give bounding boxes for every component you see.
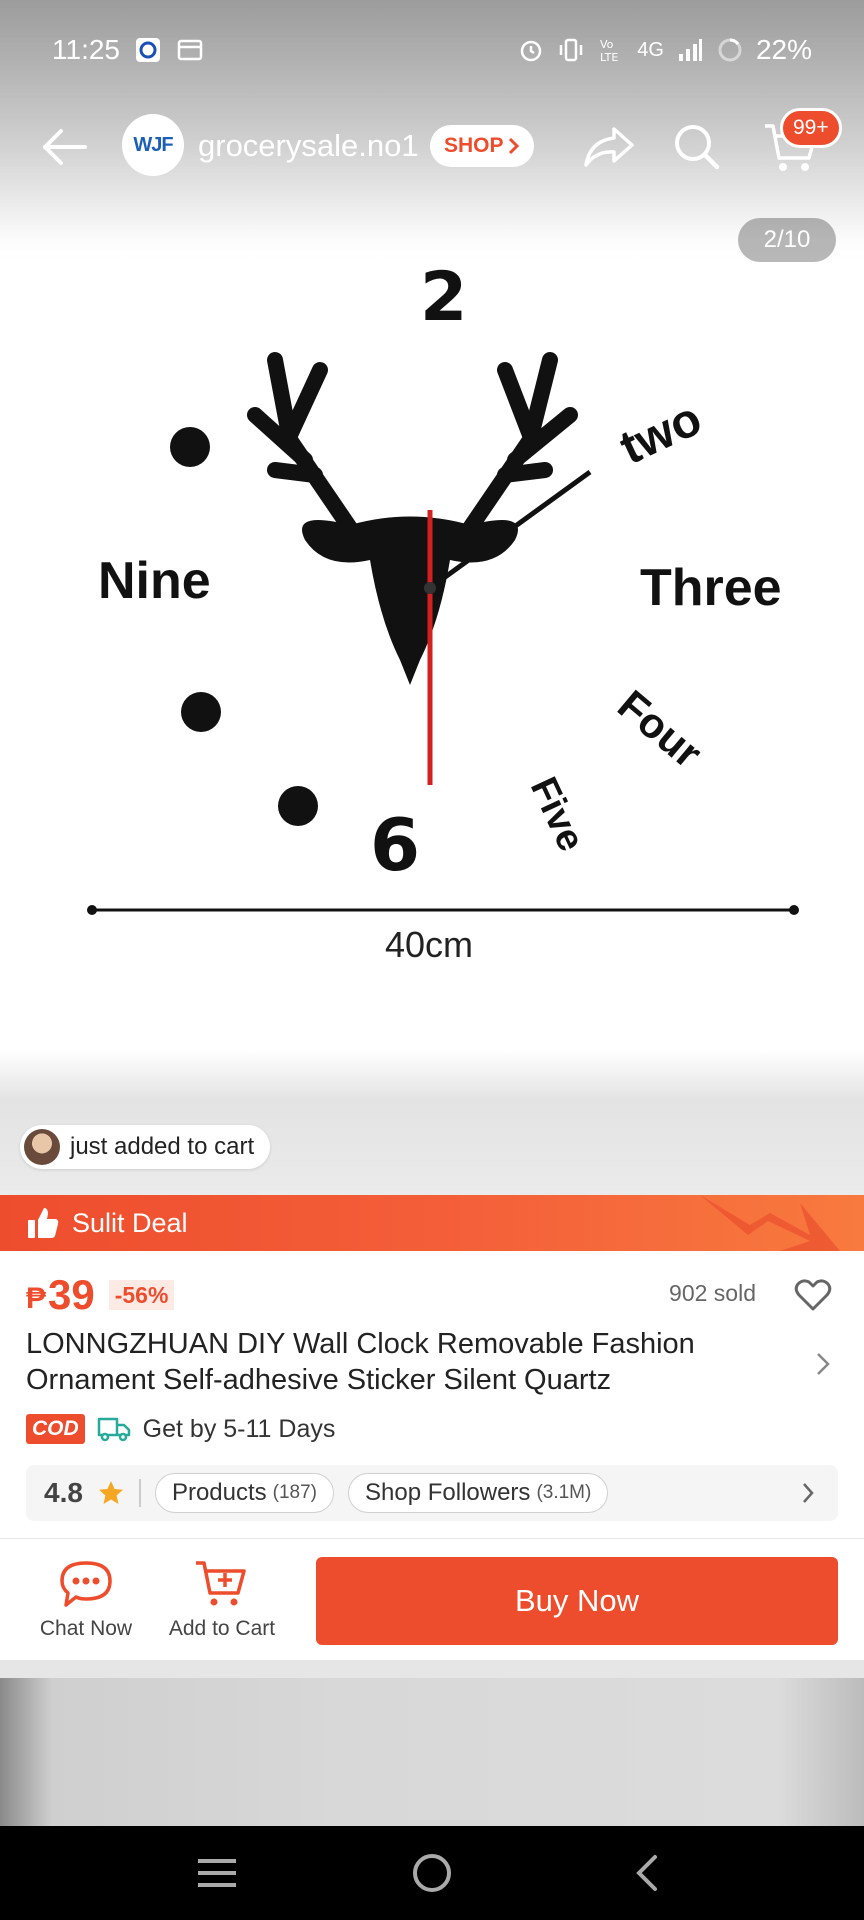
title-chevron	[808, 1346, 838, 1382]
signal-icon	[676, 36, 704, 64]
clock-label-6: 6	[370, 803, 420, 887]
price-row: ₱ 39 -56% 902 sold	[26, 1270, 838, 1320]
home-button[interactable]	[397, 1838, 467, 1908]
shop-button[interactable]: SHOP	[430, 125, 534, 167]
status-left: 11:25	[52, 34, 204, 66]
clock-label-4: Four	[609, 681, 711, 777]
clock-label-1: two	[612, 392, 709, 475]
dimension-end-left	[87, 905, 97, 915]
product-image: 2 two Three Four Five 6 Nine 40cm	[87, 258, 799, 965]
back-arrow-icon	[43, 129, 87, 165]
star-icon	[98, 1481, 123, 1504]
deal-banner: Sulit Deal	[0, 1195, 864, 1251]
top-nav: WJF grocerysale.no1 SHOP 99+	[0, 100, 864, 195]
network-type: 4G	[637, 38, 664, 61]
battery-icon	[716, 36, 744, 64]
add-cart-icon	[196, 1561, 246, 1606]
deal-label: Sulit Deal	[72, 1207, 188, 1238]
cod-badge: COD	[26, 1414, 85, 1444]
recent-activity-text: just added to cart	[70, 1133, 255, 1160]
heart-icon	[794, 1279, 832, 1311]
next-product-image[interactable]	[0, 1678, 864, 1826]
add-to-cart-label: Add to Cart	[168, 1617, 276, 1640]
home-icon	[412, 1854, 451, 1892]
thumbs-up-icon	[28, 1208, 59, 1238]
deer-head	[302, 516, 518, 685]
svg-text:Vo: Vo	[600, 38, 614, 51]
shop-rating: 4.8	[44, 1477, 83, 1508]
shop-name[interactable]: grocerysale.no1	[198, 128, 419, 164]
clock-center	[424, 582, 436, 594]
shop-logo-text: WJF	[133, 133, 173, 156]
avatar	[24, 1129, 60, 1165]
section-gap	[0, 1660, 864, 1678]
status-right: Vo LTE 4G 22%	[517, 34, 812, 66]
sold-count: 902 sold	[669, 1280, 756, 1306]
stats-chevron	[796, 1477, 820, 1509]
share-button[interactable]	[580, 120, 638, 174]
followers-label: Shop Followers	[365, 1479, 531, 1506]
system-back-button[interactable]	[612, 1838, 682, 1908]
shop-logo[interactable]: WJF	[122, 114, 184, 176]
svg-text:LTE: LTE	[600, 51, 618, 64]
menu-icon	[198, 1859, 237, 1887]
recent-apps-button[interactable]	[182, 1838, 252, 1908]
followers-count: (3.1M)	[536, 1482, 592, 1503]
chat-now-button[interactable]: Chat Now	[30, 1539, 142, 1661]
calendar-notification-icon	[176, 36, 204, 64]
clock-label-5: Five	[522, 771, 592, 858]
delivery-estimate: Get by 5-11 Days	[142, 1414, 336, 1443]
discount-badge: -56%	[108, 1280, 175, 1310]
app-notification-icon	[134, 36, 162, 64]
clock-label-3: Three	[640, 559, 782, 617]
followers-pill[interactable]: Shop Followers (3.1M)	[348, 1473, 609, 1513]
product-title-row[interactable]: LONNGZHUAN DIY Wall Clock Removable Fash…	[26, 1326, 838, 1398]
status-bar: 11:25 Vo LTE 4G 22%	[0, 0, 864, 100]
divider	[138, 1479, 141, 1507]
product-title: LONNGZHUAN DIY Wall Clock Removable Fash…	[26, 1328, 695, 1396]
truck-icon	[97, 1417, 130, 1442]
chevron-right-icon	[508, 137, 519, 155]
page-indicator: 2/10	[738, 218, 836, 262]
hour-dot	[181, 692, 221, 732]
status-time: 11:25	[52, 34, 120, 65]
products-count: (187)	[272, 1482, 318, 1503]
nav-back-icon	[635, 1855, 657, 1891]
clock-label-9: Nine	[98, 552, 211, 610]
search-icon	[675, 125, 720, 170]
action-bar: Chat Now Add to Cart Buy Now	[0, 1538, 864, 1660]
cart-badge: 99+	[780, 108, 842, 148]
vibrate-icon	[557, 36, 585, 64]
add-to-cart-button[interactable]: Add to Cart	[160, 1539, 284, 1661]
products-pill[interactable]: Products (187)	[154, 1473, 335, 1513]
buy-now-button[interactable]: Buy Now	[316, 1557, 838, 1645]
battery-level: 22%	[755, 34, 812, 65]
dimension-label: 40cm	[385, 924, 473, 965]
hour-dot	[278, 786, 318, 826]
chevron-right-icon	[803, 1483, 814, 1503]
system-nav-bar	[0, 1826, 864, 1920]
deal-decoration	[700, 1195, 840, 1251]
search-button[interactable]	[670, 120, 724, 174]
alarm-icon	[517, 36, 545, 64]
wishlist-button[interactable]	[788, 1270, 838, 1320]
hour-dot	[170, 427, 210, 467]
shop-stats-bar[interactable]: 4.8 Products (187) Shop Followers (3.1M)	[26, 1465, 838, 1521]
chat-icon	[60, 1561, 112, 1607]
chat-now-label: Chat Now	[39, 1617, 133, 1640]
clock-label-12: 2	[420, 258, 467, 337]
chevron-right-icon	[817, 1353, 830, 1375]
products-label: Products	[171, 1479, 267, 1506]
dimension-end-right	[789, 905, 799, 915]
price: 39	[48, 1271, 95, 1318]
shop-button-label: SHOP	[444, 134, 504, 157]
share-icon	[584, 127, 634, 167]
back-button[interactable]	[36, 122, 92, 172]
recent-activity-toast: just added to cart	[20, 1125, 271, 1169]
price-currency: ₱	[26, 1282, 47, 1315]
delivery-row[interactable]: COD Get by 5-11 Days	[26, 1410, 335, 1448]
volte-icon: Vo LTE	[597, 36, 625, 64]
